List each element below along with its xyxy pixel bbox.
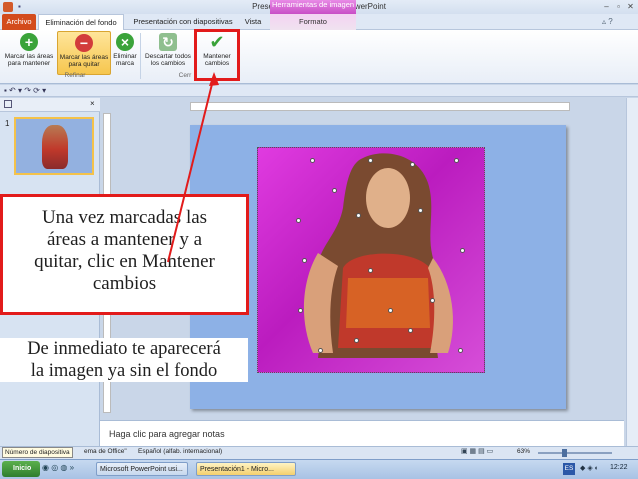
help-icon[interactable]: ▵ ?	[602, 17, 613, 26]
notes-pane[interactable]: Haga clic para agregar notas	[100, 420, 624, 446]
callout-line-1: Una vez marcadas las	[41, 207, 208, 228]
slide-number: 1	[5, 119, 10, 128]
mark-keep-button[interactable]: + Marcar las áreas para mantener	[3, 31, 55, 75]
mark-dot	[354, 338, 359, 343]
slides-tab-icon[interactable]	[4, 100, 12, 108]
mark-dot	[388, 308, 393, 313]
qat-icons[interactable]: ▪ ↶ ▾ ↷ ⟳ ▾	[4, 86, 46, 95]
start-button[interactable]: Inicio	[2, 461, 40, 477]
highlight-keep-changes	[194, 29, 240, 81]
callout-line-2: áreas a mantener y a	[46, 229, 203, 250]
mark-dot	[318, 348, 323, 353]
mark-dot	[296, 218, 301, 223]
vertical-scrollbar[interactable]	[626, 98, 638, 420]
discard-icon: ↻	[159, 33, 177, 51]
zoom-level: 63%	[517, 448, 531, 455]
maximize-icon[interactable]: ▫	[613, 1, 624, 12]
notes-scrollbar[interactable]	[626, 420, 638, 446]
taskbar-item-1[interactable]: Microsoft PowerPoint usi...	[96, 462, 188, 476]
save-icon[interactable]: ▪	[18, 2, 28, 12]
tab-vista[interactable]: Vista	[238, 14, 268, 30]
theme-status: ema de Office"	[84, 448, 127, 455]
mark-remove-button[interactable]: − Marcar las áreas para quitar	[57, 31, 111, 75]
zoom-slider[interactable]	[538, 452, 612, 454]
quick-access-toolbar	[0, 85, 638, 97]
horizontal-ruler	[190, 102, 570, 111]
discard-changes-label: Descartar todos los cambios	[145, 53, 191, 67]
taskbar-item-2[interactable]: Presentación1 - Micro...	[196, 462, 296, 476]
mark-dot	[458, 348, 463, 353]
plus-icon: +	[20, 33, 38, 51]
mark-dot	[410, 162, 415, 167]
context-tab-header: Herramientas de imagen	[270, 0, 356, 14]
tab-presentacion[interactable]: Presentación con diapositivas	[128, 14, 238, 30]
discard-changes-button[interactable]: ↻ Descartar todos los cambios	[143, 31, 193, 75]
pane-close-icon[interactable]: ×	[90, 99, 95, 108]
group-refinar-label: Refinar	[64, 72, 86, 79]
clock: 12:22	[610, 464, 628, 471]
thumbnail-figure	[42, 125, 68, 169]
mark-dots	[258, 148, 486, 374]
mark-dot	[430, 298, 435, 303]
background-removal-image[interactable]	[257, 147, 485, 373]
ribbon-separator	[140, 33, 141, 79]
tab-eliminacion-del-fondo[interactable]: Eliminación del fondo	[38, 14, 124, 30]
close-icon[interactable]: ✕	[625, 1, 636, 12]
mark-dot	[408, 328, 413, 333]
callout-line-3: quitar, clic en Mantener	[34, 251, 215, 272]
tray-icons[interactable]: ◆ ◈ ◐	[580, 464, 599, 472]
language-status[interactable]: Español (alfab. internacional)	[138, 448, 222, 455]
view-icons[interactable]: ▣ ▦ ▤ ▭	[461, 447, 493, 455]
slide-thumbnail[interactable]	[14, 117, 94, 175]
mark-dot	[460, 248, 465, 253]
result-caption: De inmediato te aparecerá la imagen ya s…	[0, 338, 248, 382]
mark-dot	[302, 258, 307, 263]
minus-icon: −	[75, 34, 93, 52]
language-indicator[interactable]: ES	[563, 463, 575, 475]
tab-formato[interactable]: Formato	[270, 14, 356, 30]
result-line-1: De inmediato te aparecerá	[0, 338, 248, 360]
mark-dot	[368, 268, 373, 273]
mark-dot	[332, 188, 337, 193]
mark-keep-label: Marcar las áreas para mantener	[4, 53, 54, 67]
mark-dot	[368, 158, 373, 163]
tab-archivo[interactable]: Archivo	[2, 14, 36, 30]
delete-mark-label: Eliminar marca	[113, 53, 137, 67]
mark-dot	[298, 308, 303, 313]
result-line-2: la imagen ya sin el fondo	[0, 360, 248, 382]
mark-dot	[418, 208, 423, 213]
mark-dot	[310, 158, 315, 163]
instruction-callout: Una vez marcadas las áreas a mantener y …	[0, 194, 249, 315]
slides-pane-header	[0, 98, 100, 112]
mark-dot	[454, 158, 459, 163]
mark-remove-label: Marcar las áreas para quitar	[59, 54, 109, 68]
x-icon: ×	[116, 33, 134, 51]
slide-number-tooltip: Número de diapositiva	[2, 447, 73, 458]
minimize-icon[interactable]: –	[601, 1, 612, 12]
mark-dot	[356, 213, 361, 218]
callout-line-4: cambios	[92, 273, 157, 294]
powerpoint-logo-icon	[3, 2, 13, 12]
zoom-slider-thumb[interactable]	[562, 449, 567, 457]
delete-mark-button[interactable]: × Eliminar marca	[112, 31, 138, 75]
quicklaunch-icons[interactable]: ◉ ◎ ◍ »	[42, 463, 74, 472]
